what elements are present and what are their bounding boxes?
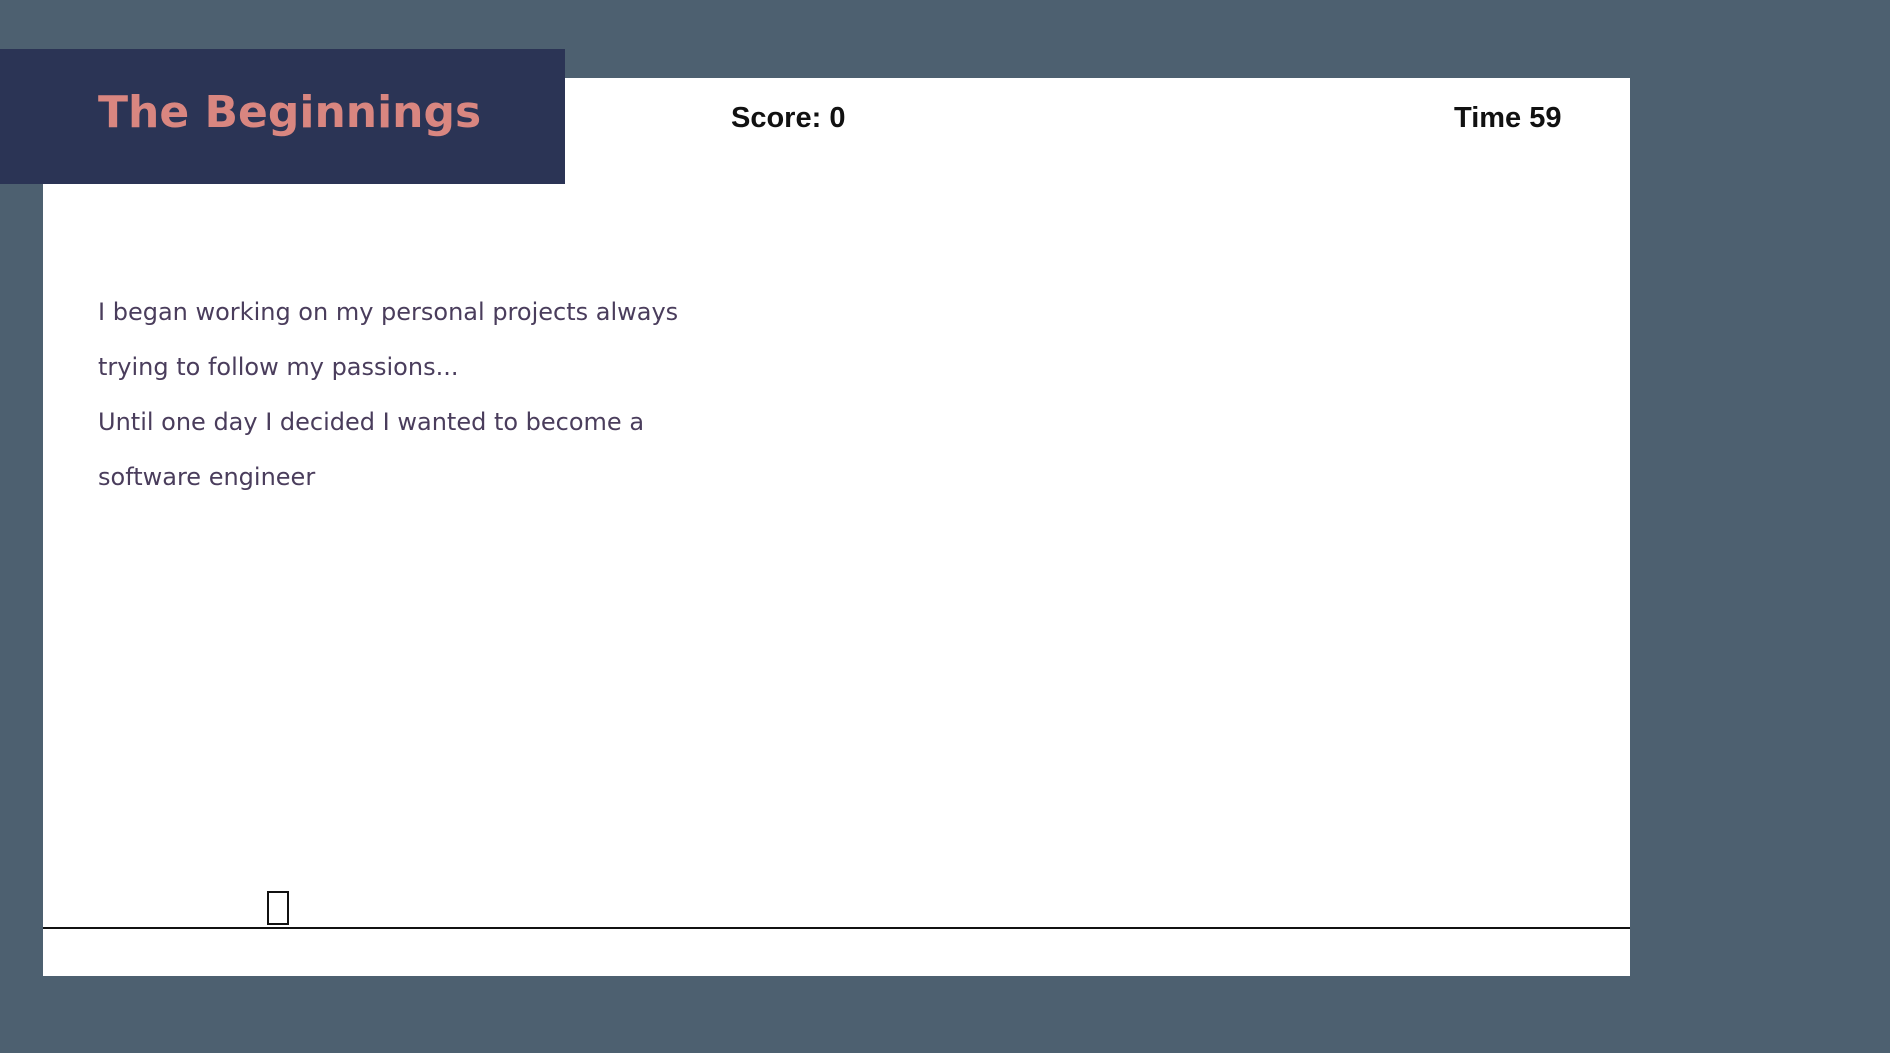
game-canvas[interactable] — [43, 78, 1630, 976]
player-character — [267, 891, 289, 925]
story-line: I began working on my personal projects … — [98, 298, 679, 326]
story-line: trying to follow my passions... — [98, 353, 459, 381]
score-display: Score: 0 — [731, 102, 846, 134]
time-display: Time 59 — [1454, 102, 1562, 134]
ground-line — [43, 927, 1630, 929]
story-line: Until one day I decided I wanted to beco… — [98, 408, 645, 436]
story-text: I began working on my personal projects … — [98, 285, 698, 505]
level-title: The Beginnings — [98, 87, 482, 138]
story-line: software engineer — [98, 463, 316, 491]
level-title-banner: The Beginnings — [0, 49, 565, 184]
